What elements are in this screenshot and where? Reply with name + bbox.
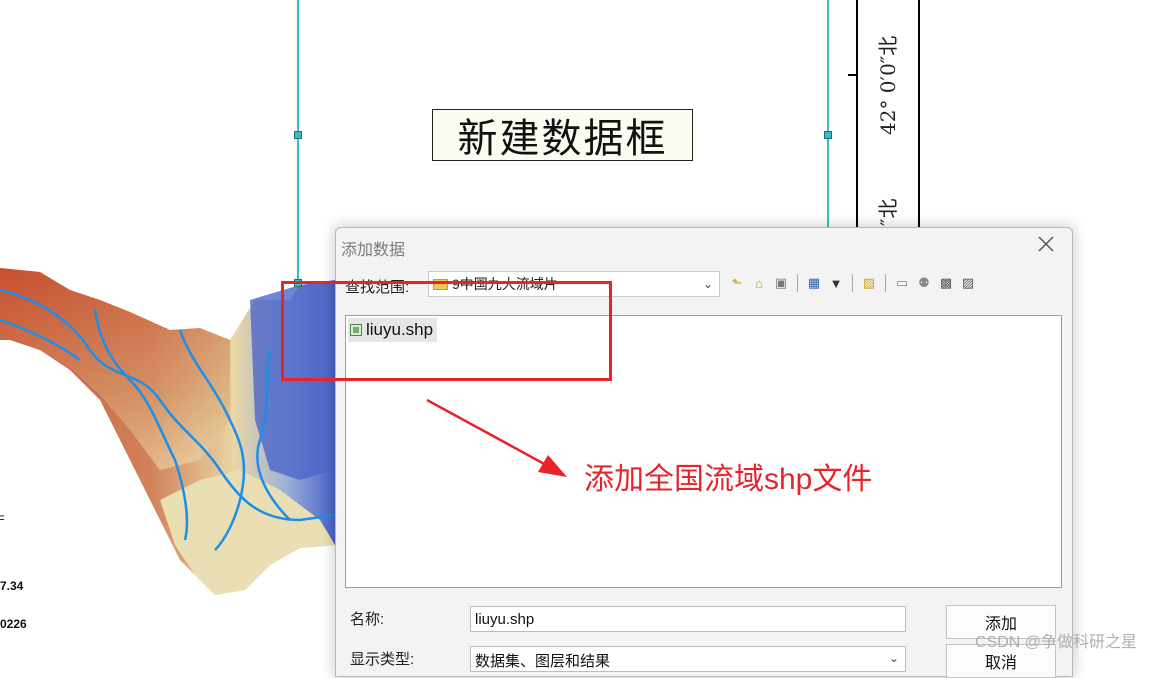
gis-server-icon[interactable]: ▩ — [937, 274, 955, 292]
legend-tick: F — [0, 514, 5, 526]
name-field[interactable] — [470, 606, 906, 632]
frame-guide-left — [297, 0, 299, 283]
close-icon[interactable] — [1036, 234, 1056, 254]
annotation-text: 添加全国流域shp文件 — [584, 463, 873, 496]
connect-folder-icon[interactable]: ▣ — [772, 274, 790, 292]
resize-handle[interactable] — [294, 131, 302, 139]
chevron-down-icon: ⌄ — [702, 277, 713, 291]
toolbox-icon[interactable]: ▨ — [959, 274, 977, 292]
show-type-value: 数据集、图层和结果 — [475, 653, 611, 670]
highlight-box — [281, 281, 612, 381]
latitude-label: ″北 — [876, 198, 900, 226]
legend-max-value: 7.34 — [0, 579, 24, 593]
toolbar-separator — [885, 274, 886, 292]
toolbar-separator — [852, 274, 853, 292]
new-folder-icon[interactable]: ▧ — [860, 274, 878, 292]
database-icon[interactable]: ⚉ — [915, 274, 933, 292]
up-one-level-icon[interactable]: ⬑ — [728, 274, 746, 292]
grid-tick — [848, 74, 858, 76]
grid-border-outer — [918, 0, 920, 228]
data-frame-title[interactable]: 新建数据框 — [432, 109, 693, 162]
dialog-toolbar: ⬑ ⌂ ▣ ▦ ▼ ▧ ▭ ⚉ ▩ ▨ — [728, 270, 977, 296]
connect-icon[interactable]: ▭ — [893, 274, 911, 292]
name-label: 名称: — [350, 611, 385, 628]
resize-handle[interactable] — [824, 131, 832, 139]
grid-border-inner — [856, 0, 858, 228]
watermark: CSDN @争做科研之星 — [974, 634, 1137, 651]
show-type-dropdown[interactable]: 数据集、图层和结果 ⌄ — [470, 646, 906, 672]
dialog-title: 添加数据 — [341, 242, 406, 259]
list-view-icon[interactable]: ▦ — [805, 274, 823, 292]
show-type-label: 显示类型: — [350, 651, 415, 668]
view-options-chevron-icon[interactable]: ▼ — [827, 274, 845, 292]
toolbar-separator — [797, 274, 798, 292]
latitude-label: 42° 0′0″北 — [876, 35, 900, 135]
home-icon[interactable]: ⌂ — [750, 274, 768, 292]
legend-min-value: 0226 — [0, 617, 27, 631]
frame-guide-right — [827, 0, 829, 228]
chevron-down-icon: ⌄ — [888, 651, 899, 665]
